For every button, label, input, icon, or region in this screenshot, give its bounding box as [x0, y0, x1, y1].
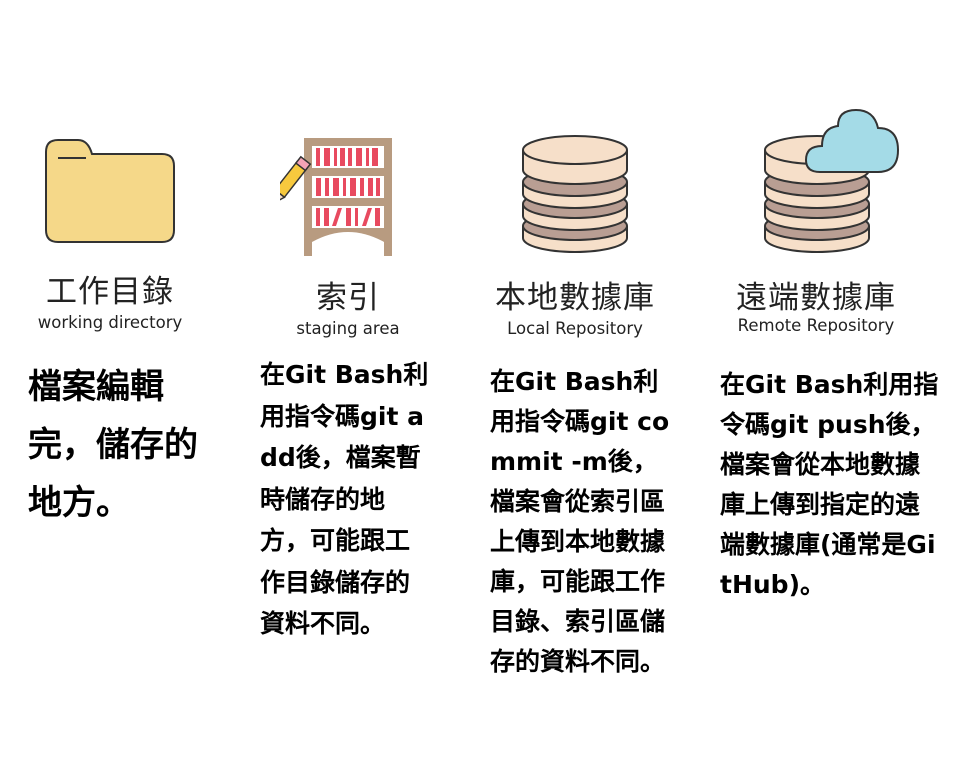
local-repository-subtitle: Local Repository	[507, 319, 643, 338]
staging-area-description: 在Git Bash利用指令碼git add後，檔案暫時儲存的地方，可能跟工作目錄…	[260, 360, 429, 638]
remote-repository-title: 遠端數據庫	[736, 280, 896, 316]
cloud-database-icon	[764, 108, 900, 253]
staging-area-title: 索引	[316, 280, 380, 316]
working-directory-description: 檔案編輯完，儲存的地方。	[28, 367, 198, 523]
local-repository-description: 在Git Bash利用指令碼git commit -m後，檔案會從索引區上傳到本…	[490, 367, 670, 676]
remote-repository-description: 在Git Bash利用指令碼git push後，檔案會從本地數據庫上傳到指定的遠…	[720, 370, 939, 599]
database-icon	[522, 135, 628, 253]
working-directory-title: 工作目錄	[46, 274, 174, 310]
folder-icon	[45, 139, 175, 243]
local-repository-title: 本地數據庫	[495, 280, 655, 316]
remote-repository-subtitle: Remote Repository	[737, 316, 895, 335]
bookshelf-pencil-icon	[280, 138, 392, 256]
staging-area-subtitle: staging area	[296, 319, 400, 338]
working-directory-subtitle: working directory	[37, 313, 183, 332]
